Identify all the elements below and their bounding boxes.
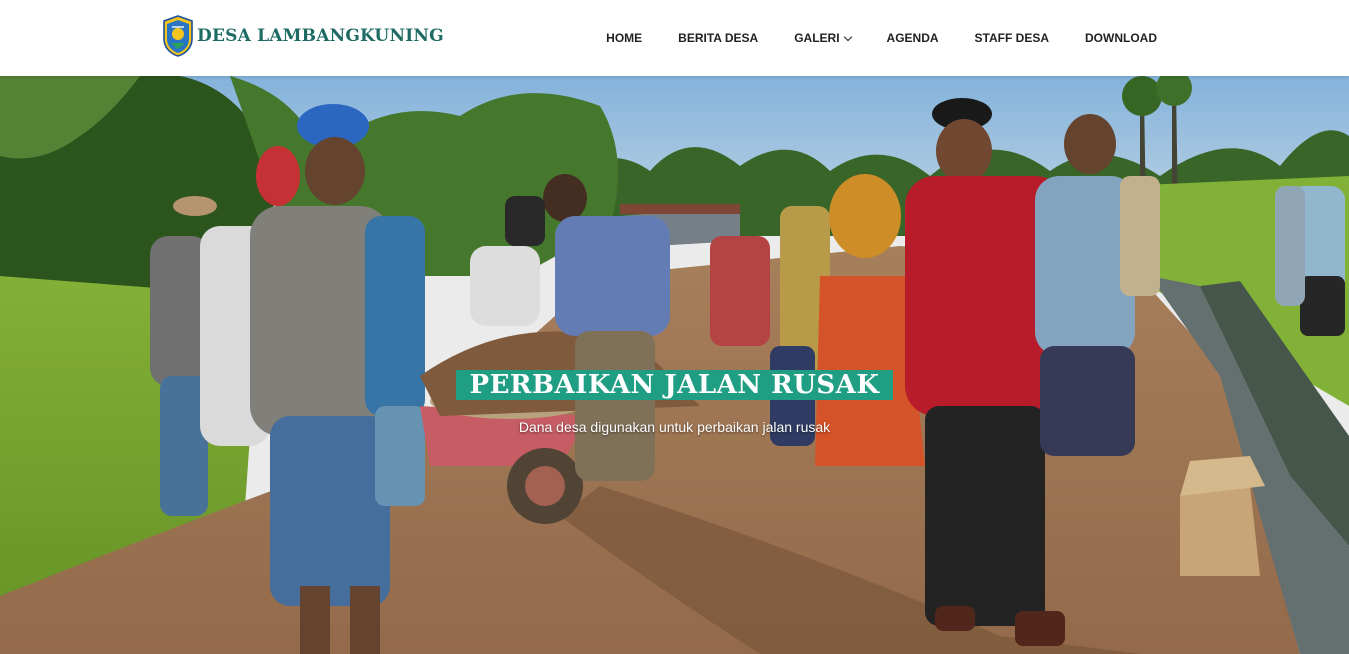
menu-item-label: DOWNLOAD	[1085, 31, 1157, 45]
menu-item-download[interactable]: DOWNLOAD	[1085, 31, 1157, 45]
menu-item-staff-desa[interactable]: STAFF DESA	[975, 31, 1049, 45]
main-menu: HOME BERITA DESA GALERI AGENDA STAFF DES…	[606, 0, 1157, 76]
menu-item-berita-desa[interactable]: BERITA DESA	[678, 31, 758, 45]
menu-item-home[interactable]: HOME	[606, 31, 642, 45]
menu-item-galeri[interactable]: GALERI	[794, 31, 852, 45]
menu-item-agenda[interactable]: AGENDA	[887, 31, 939, 45]
brand-link[interactable]: DESA LAMBANGKUNING	[162, 14, 444, 58]
menu-item-label: STAFF DESA	[974, 31, 1049, 45]
menu-item-label: BERITA DESA	[678, 31, 759, 45]
hero-title: PERBAIKAN JALAN RUSAK	[455, 370, 894, 400]
hero-subtitle: Dana desa digunakan untuk perbaikan jala…	[518, 419, 831, 435]
regency-emblem-icon	[163, 15, 193, 57]
menu-item-label: HOME	[606, 31, 643, 45]
chevron-down-icon	[843, 32, 852, 41]
menu-item-label: GALERI	[794, 31, 840, 45]
brand-name: DESA LAMBANGKUNING	[197, 26, 444, 46]
hero-caption: PERBAIKAN JALAN RUSAK Dana desa digunaka…	[0, 370, 1349, 435]
top-navbar: DESA LAMBANGKUNING HOME BERITA DESA GALE…	[0, 0, 1349, 76]
hero-slider[interactable]: PERBAIKAN JALAN RUSAK Dana desa digunaka…	[0, 76, 1349, 654]
menu-item-label: AGENDA	[886, 31, 939, 45]
hero-photo	[0, 76, 1349, 654]
